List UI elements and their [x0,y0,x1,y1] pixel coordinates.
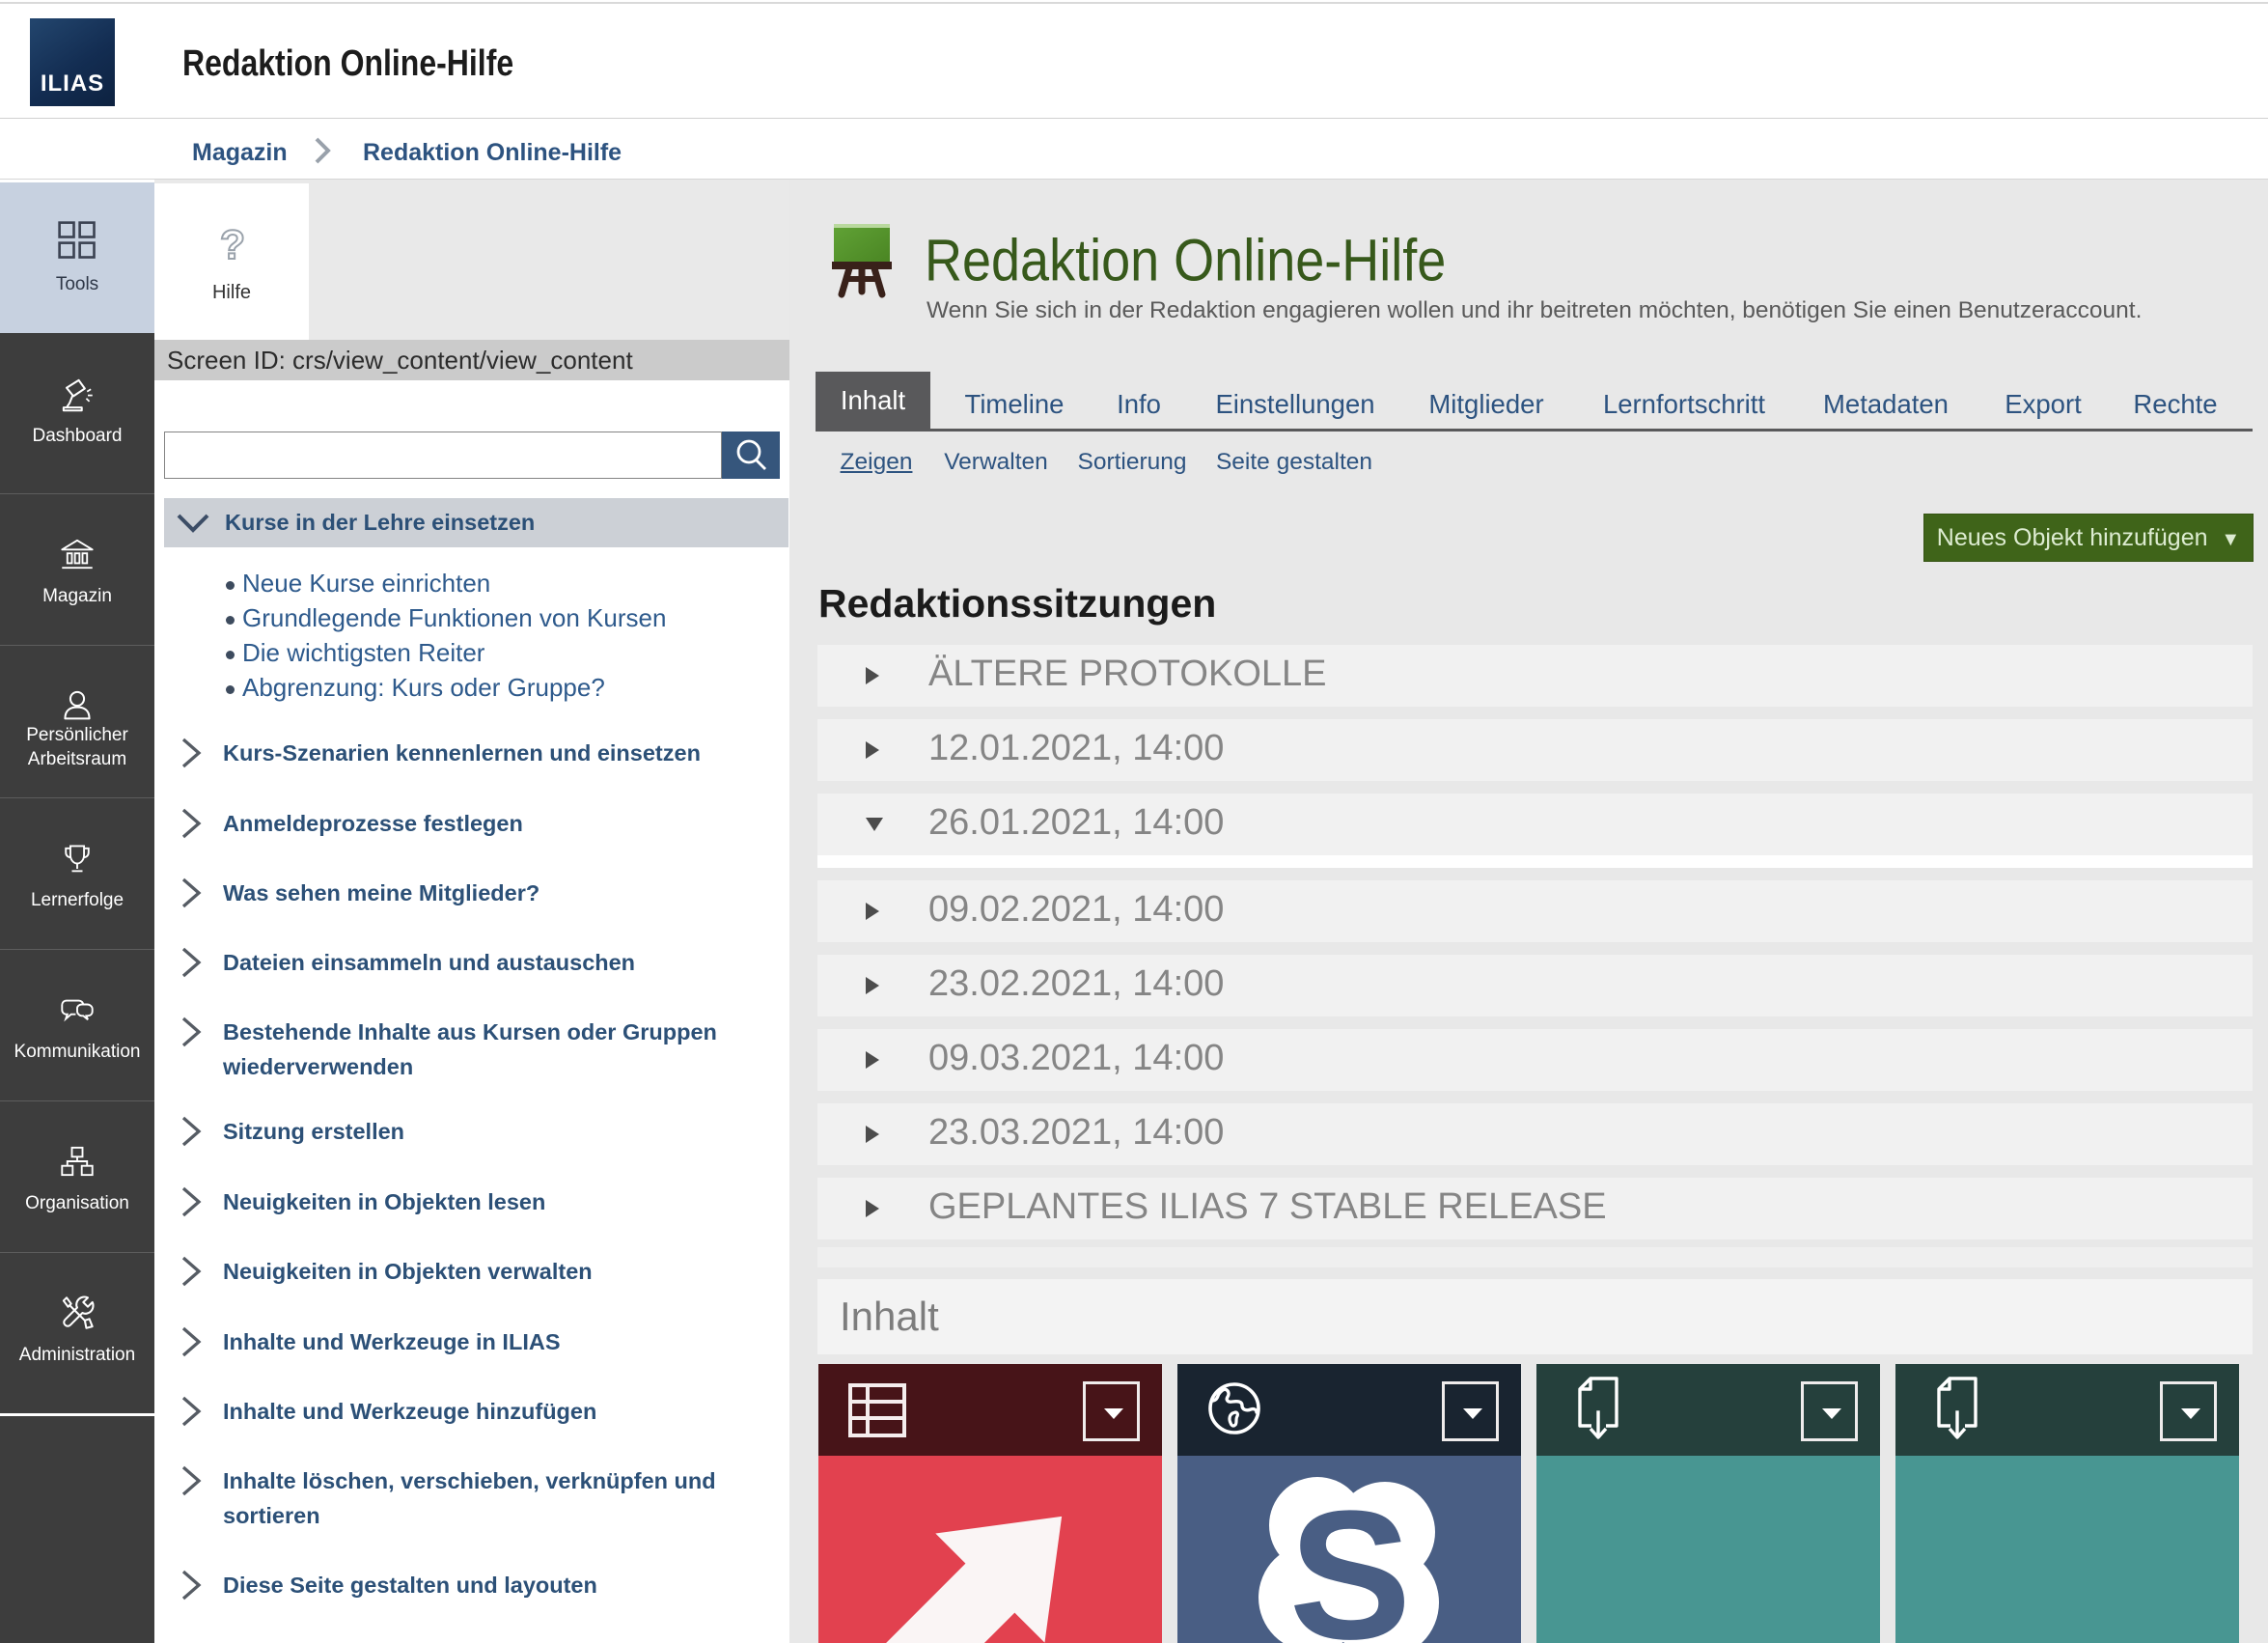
svg-text:S: S [1289,1473,1412,1643]
